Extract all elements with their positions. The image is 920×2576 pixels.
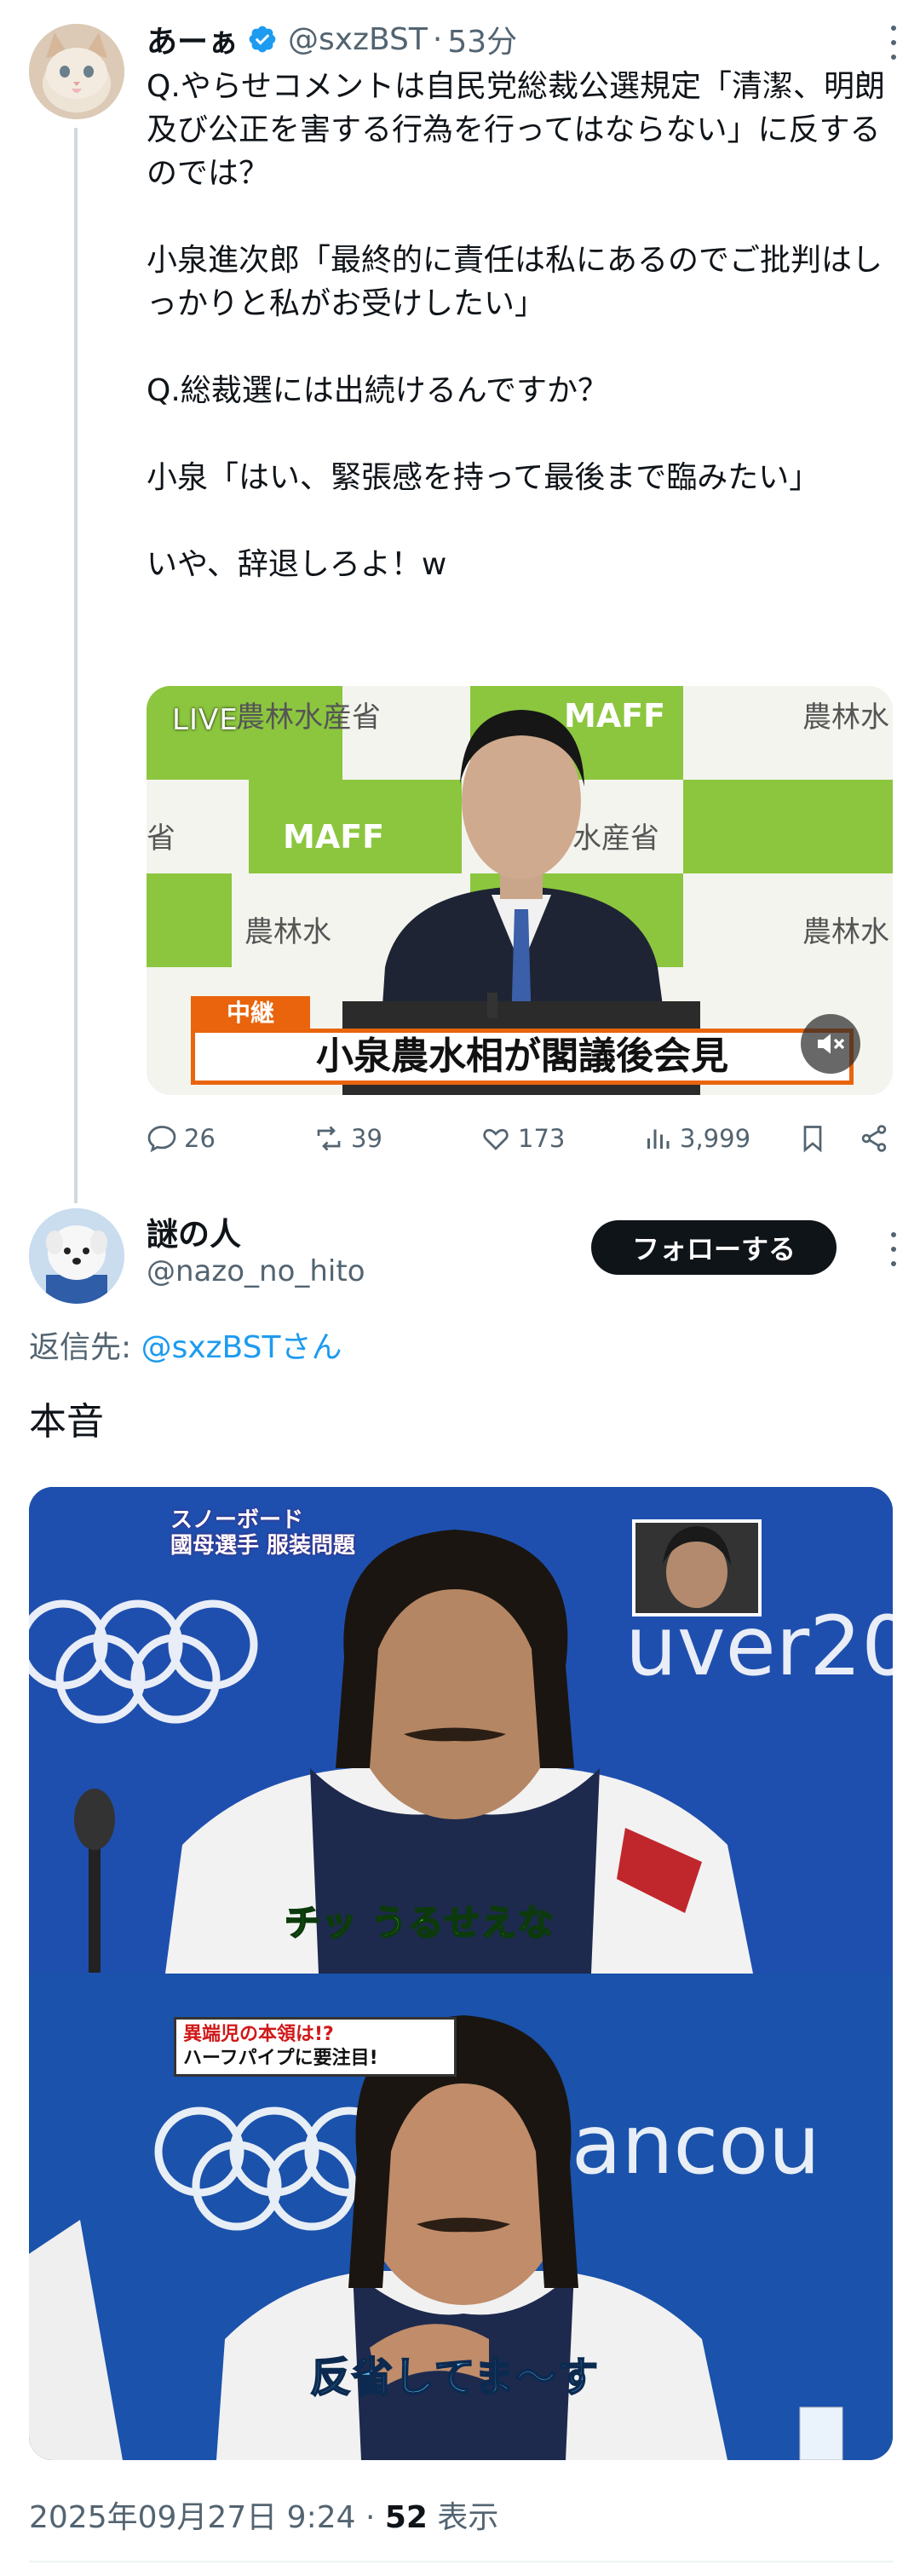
verified-badge-icon [249,26,276,53]
svg-text:農林水: 農林水 [802,915,889,949]
share-button[interactable] [859,1116,896,1161]
broadcast-badge: 中継 [191,996,310,1030]
separator-dot: · [355,2500,385,2535]
more-options-icon[interactable] [881,1232,906,1266]
reply-context: 返信先: @sxzBSTさん [29,1323,342,1367]
reply-prefix: 返信先: [29,1330,141,1365]
display-name[interactable]: あーぁ [147,17,239,61]
heart-icon [483,1128,509,1150]
svg-text:MAFF: MAFF [564,697,665,735]
bottom-topic-tag: 異端児の本領は!? ハーフパイプに要注目! [174,2017,457,2077]
svg-text:MAFF: MAFF [283,818,384,856]
svg-text:農林水: 農林水 [244,915,331,949]
follow-button[interactable]: フォローする [591,1220,837,1275]
reply-count: 26 [184,1124,216,1153]
dog-avatar-image [29,1208,124,1304]
news-caption: 小泉農水相が閣議後会見 [191,1029,854,1085]
views-button[interactable]: 3,999 [642,1116,750,1161]
live-label: LIVE [172,703,239,737]
top-topic-tag: スノーボード 國母選手 服装問題 [170,1507,356,1559]
thread-line [74,128,78,1203]
views-count: 52 [384,2500,428,2535]
bookmark-button[interactable] [797,1116,835,1161]
divider [29,2561,893,2562]
backdrop-ministry-text: 農林水産省 [236,700,381,735]
reply-button[interactable]: 26 [147,1116,216,1161]
svg-text:水産省: 水産省 [572,821,659,856]
meme-image: uver20 vancou [29,1487,893,2460]
bookmark-icon [803,1126,822,1153]
tweet-datetime[interactable]: 2025年09月27日 9:24 [29,2500,356,2535]
tweet-header: あーぁ @sxzBST · 53分 [147,17,517,61]
separator-dot: · [432,21,443,57]
avatar[interactable] [29,1208,124,1304]
top-subtitle: チッ うるせえな [284,1901,555,1945]
reply-image[interactable]: uver20 vancou スノーボード 國母選手 服装問題 チッ うるせえな … [29,1487,893,2460]
more-options-icon[interactable] [881,26,906,60]
view-count: 3,999 [680,1124,751,1153]
tweet-meta-footer: 2025年09月27日 9:24 · 52 表示 [29,2492,498,2537]
retweet-count: 39 [351,1124,382,1153]
video-player[interactable]: 農林水産省 MAFF 農林水 省 MAFF 水産省 農林水 農林水 LIVE 中… [147,686,893,1095]
user-handle[interactable]: @sxzBST [288,22,428,57]
svg-text:農林水: 農林水 [802,700,889,735]
display-name[interactable]: 謎の人 [147,1208,241,1254]
svg-text:省: 省 [147,821,175,856]
retweet-icon [317,1126,341,1151]
analytics-icon [647,1129,670,1149]
avatar[interactable] [29,24,124,119]
bottom-subtitle: 反省してま〜す [309,2353,600,2402]
views-label: 表示 [427,2500,499,2535]
tweet-action-bar: 26 39 173 3,999 [147,1116,893,1161]
reply-mention-link[interactable]: @sxzBSTさん [141,1330,342,1365]
user-handle[interactable]: @nazo_no_hito [147,1254,365,1288]
timestamp[interactable]: 53分 [447,17,517,61]
reply-icon [147,1126,176,1153]
retweet-button[interactable]: 39 [313,1116,382,1161]
share-icon [861,1125,887,1152]
tweet-text: Q.やらせコメントは自民党総裁公選規定「清潔、明朗及び公正を害する行為を行っては… [147,69,886,582]
tweet-text: 本音 [29,1400,104,1444]
kitten-avatar-image [29,24,124,119]
mute-toggle-icon[interactable] [801,1014,860,1074]
like-count: 173 [518,1124,566,1153]
like-button[interactable]: 173 [480,1116,565,1161]
